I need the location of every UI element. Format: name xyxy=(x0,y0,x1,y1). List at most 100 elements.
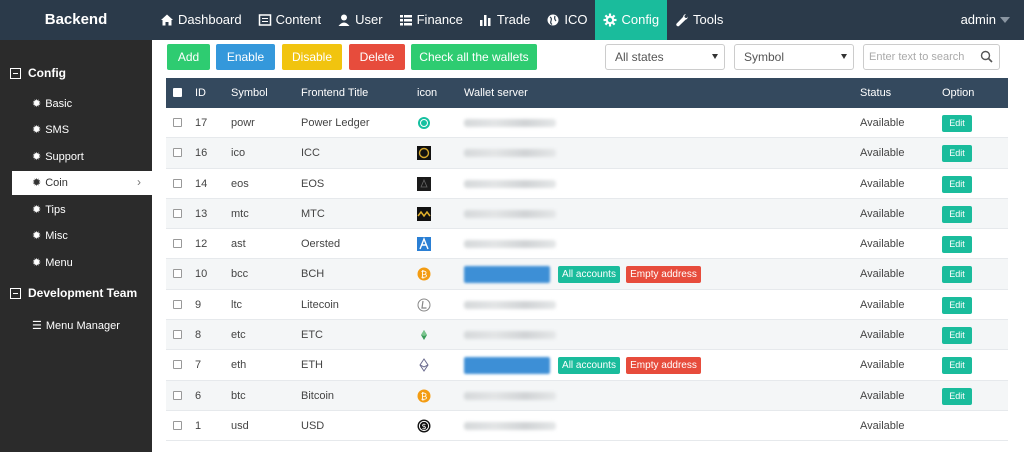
add-button[interactable]: Add xyxy=(167,44,210,70)
cell-status: Available xyxy=(860,389,905,402)
disable-button[interactable]: Disable xyxy=(282,44,342,70)
cell-title: USD xyxy=(301,419,325,432)
list-box-icon xyxy=(258,14,271,26)
edit-button[interactable]: Edit xyxy=(942,175,972,193)
table-row: 13 mtc MTC Available Edit xyxy=(166,198,1008,230)
row-checkbox[interactable] xyxy=(173,420,182,430)
edit-button[interactable]: Edit xyxy=(942,296,972,314)
sidebar-item-menu[interactable]: ✹ Menu xyxy=(12,251,152,275)
sidebar-item-label: Coin xyxy=(45,177,68,189)
sidebar-item-label: SMS xyxy=(45,124,70,136)
sidebar-group-development-team[interactable]: Development Team xyxy=(10,286,137,300)
row-checkbox[interactable] xyxy=(173,390,182,400)
search-input[interactable]: Enter text to search xyxy=(863,44,1000,70)
sidebar-item-basic[interactable]: ✹ Basic xyxy=(12,92,152,116)
edit-button[interactable]: Edit xyxy=(942,357,972,375)
cell-title: EOS xyxy=(301,177,325,190)
wallet-info-button[interactable] xyxy=(464,266,550,284)
cell-id: 10 xyxy=(195,268,208,281)
user-menu[interactable]: admin xyxy=(961,0,996,40)
delete-button[interactable]: Delete xyxy=(349,44,405,70)
caret-down-icon xyxy=(712,54,718,59)
sidebar-item-label: Menu xyxy=(45,257,73,269)
nav-item-user[interactable]: User xyxy=(329,0,390,40)
table-row: 7 eth ETH All accounts Empty address Availabl… xyxy=(166,350,1008,381)
cell-status: Available xyxy=(860,419,905,432)
sidebar-item-label: Misc xyxy=(45,230,68,242)
all-accounts-button[interactable]: All accounts xyxy=(558,357,620,375)
cell-symbol: powr xyxy=(231,117,255,129)
nav-item-config[interactable]: Config xyxy=(595,0,668,40)
litecoin-icon xyxy=(417,298,431,312)
sidebar-item-support[interactable]: ✹ Support xyxy=(12,145,152,169)
row-checkbox[interactable] xyxy=(173,360,182,370)
wallet-server-value xyxy=(464,209,556,218)
edit-button[interactable]: Edit xyxy=(942,205,972,223)
sidebar-item-tips[interactable]: ✹ Tips xyxy=(12,198,152,222)
caret-down-icon[interactable] xyxy=(1000,17,1010,23)
search-placeholder: Enter text to search xyxy=(869,51,965,63)
header-id[interactable]: ID xyxy=(195,78,206,108)
nav-item-tools[interactable]: Tools xyxy=(667,0,731,40)
edit-button[interactable]: Edit xyxy=(942,236,972,254)
enable-button[interactable]: Enable xyxy=(216,44,275,70)
nav-label: Content xyxy=(275,12,322,27)
cell-status: Available xyxy=(860,329,905,342)
empty-address-button[interactable]: Empty address xyxy=(626,266,701,284)
cell-symbol: usd xyxy=(231,419,249,432)
edit-button[interactable]: Edit xyxy=(942,327,972,345)
header-symbol[interactable]: Symbol xyxy=(231,78,268,108)
check-wallets-button[interactable]: Check all the wallets xyxy=(411,44,537,70)
cell-id: 14 xyxy=(195,177,208,190)
table-row: 17 powr Power Ledger Available Edit xyxy=(166,108,1008,139)
edit-button[interactable]: Edit xyxy=(942,145,972,163)
cell-status: Available xyxy=(860,359,905,372)
all-accounts-button[interactable]: All accounts xyxy=(558,266,620,284)
header-icon: icon xyxy=(417,87,438,99)
sidebar-item-sms[interactable]: ✹ SMS xyxy=(12,118,152,142)
row-checkbox[interactable] xyxy=(173,330,182,340)
wallet-info-button[interactable] xyxy=(464,357,550,375)
sidebar-group-config[interactable]: Config xyxy=(10,66,66,80)
state-select[interactable]: All states xyxy=(605,44,725,70)
row-checkbox[interactable] xyxy=(173,148,182,158)
cell-id: 16 xyxy=(195,147,208,160)
table-header: ID Symbol Frontend Title icon Wallet ser… xyxy=(166,78,1008,108)
nav-item-ico[interactable]: ICO xyxy=(538,0,595,40)
cell-id: 13 xyxy=(195,207,208,220)
gear-icon: ✹ xyxy=(32,123,42,136)
edit-button[interactable]: Edit xyxy=(942,387,972,405)
sidebar-item-menu-manager[interactable]: ☰ Menu Manager xyxy=(12,314,152,338)
empty-address-button[interactable]: Empty address xyxy=(626,357,701,375)
chevron-right-icon: › xyxy=(137,175,141,189)
row-checkbox[interactable] xyxy=(173,118,182,127)
gear-icon: ✹ xyxy=(32,203,42,216)
svg-text:₿: ₿ xyxy=(421,270,428,281)
nav-item-finance[interactable]: Finance xyxy=(391,0,471,40)
row-checkbox[interactable] xyxy=(173,208,182,218)
symbol-select[interactable]: Symbol xyxy=(734,44,854,70)
header-status[interactable]: Status xyxy=(860,78,891,108)
nav-item-trade[interactable]: Trade xyxy=(471,0,538,40)
sidebar-item-label: Tips xyxy=(45,204,66,216)
nav-item-dashboard[interactable]: Dashboard xyxy=(152,0,250,40)
search-icon[interactable] xyxy=(980,50,993,63)
usd-icon: $ xyxy=(417,419,431,433)
sidebar-item-coin[interactable]: ✹ Coin › xyxy=(12,171,152,195)
row-checkbox[interactable] xyxy=(173,269,182,279)
home-icon xyxy=(161,14,173,26)
edit-button[interactable]: Edit xyxy=(942,115,972,132)
sidebar-item-misc[interactable]: ✹ Misc xyxy=(12,224,152,248)
row-checkbox[interactable] xyxy=(173,239,182,249)
row-checkbox[interactable] xyxy=(173,299,182,309)
main-content: Add Enable Disable Delete Check all the … xyxy=(152,40,1024,452)
brand-logo[interactable]: Backend xyxy=(0,0,152,40)
row-checkbox[interactable] xyxy=(173,178,182,188)
header-title[interactable]: Frontend Title xyxy=(301,78,368,108)
cell-symbol: ast xyxy=(231,238,246,251)
cell-id: 7 xyxy=(195,359,202,372)
select-all-checkbox[interactable] xyxy=(173,88,182,97)
cell-id: 12 xyxy=(195,238,208,251)
nav-item-content[interactable]: Content xyxy=(250,0,330,40)
edit-button[interactable]: Edit xyxy=(942,266,972,284)
